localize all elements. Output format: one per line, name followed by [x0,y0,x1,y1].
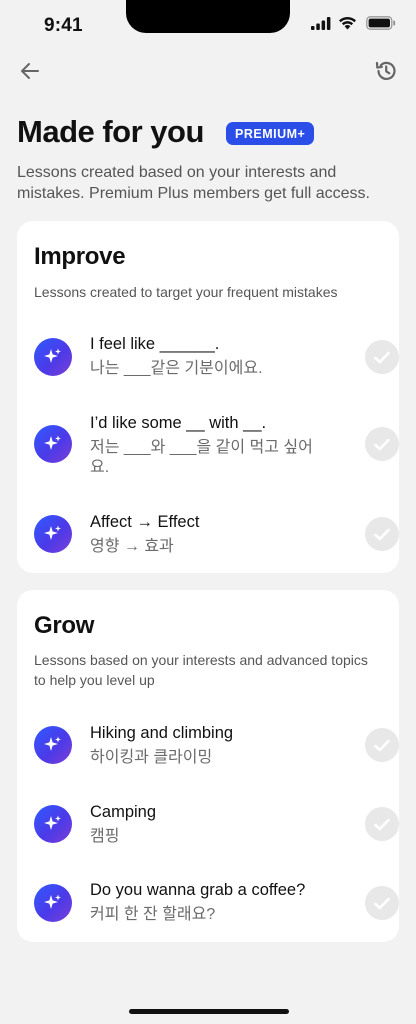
premium-badge: PREMIUM+ [226,122,315,145]
checkmark-icon [374,351,390,363]
notch [126,0,290,33]
status-bar: 9:41 [0,0,416,50]
checkmark-icon [374,739,390,751]
screen: 9:41 Made for you PREMIUM+ Lessons creat… [0,0,416,1024]
lesson-subtitle: 하이킹과 클라이밍 [90,749,213,766]
lesson-item[interactable]: Affect → Effect 영향 → 효과 [34,513,399,557]
lesson-title: I feel like ______. [90,335,220,353]
improve-card: Improve Lessons created to target your f… [17,221,399,573]
complete-button[interactable] [365,886,399,920]
complete-button[interactable] [365,427,399,461]
lesson-subtitle: 나는 ___같은 기분이에요. [90,360,263,377]
lesson-item[interactable]: Hiking and climbing 하이킹과 클라이밍 [34,724,399,768]
checkmark-icon [374,438,390,450]
sparkle-icon [34,805,72,843]
lesson-subtitle: 캠핑 [90,828,120,845]
lesson-subtitle: 저는 ___와 ___을 같이 먹고 싶어요. [90,439,313,476]
grow-title: Grow [34,612,95,639]
history-icon [374,59,398,88]
checkmark-icon [374,897,390,909]
lesson-item[interactable]: I’d like some __ with __. 저는 ___와 ___을 같… [34,414,399,476]
grow-description: Lessons based on your interests and adva… [34,652,368,688]
lesson-subtitle: 영향 → 효과 [90,538,174,555]
back-button[interactable] [16,59,44,87]
grow-card: Grow Lessons based on your interests and… [17,590,399,942]
checkmark-icon [374,818,390,830]
complete-button[interactable] [365,728,399,762]
page-title: Made for you [17,114,204,149]
improve-title: Improve [34,243,126,270]
lesson-title: Hiking and climbing [90,724,234,742]
lesson-item[interactable]: I feel like ______. 나는 ___같은 기분이에요. [34,335,399,379]
lesson-subtitle: 커피 한 잔 할래요? [90,906,216,923]
lesson-title: Camping [90,803,157,821]
complete-button[interactable] [365,517,399,551]
lesson-item[interactable]: Camping 캠핑 [34,803,399,847]
complete-button[interactable] [365,340,399,374]
lesson-title: I’d like some __ with __. [90,414,267,432]
sparkle-icon [34,726,72,764]
wifi-icon [338,15,357,35]
page-subtitle: Lessons created based on your interests … [17,164,370,202]
lesson-title: Affect → Effect [90,513,200,531]
lesson-title: Do you wanna grab a coffee? [90,881,306,899]
improve-description: Lessons created to target your frequent … [34,284,338,300]
status-time: 9:41 [44,15,83,36]
sparkle-icon [34,515,72,553]
signal-icon [311,17,331,35]
sparkle-icon [34,425,72,463]
sparkle-icon [34,338,72,376]
home-indicator[interactable] [129,1009,289,1014]
battery-icon [366,16,396,35]
sparkle-icon [34,884,72,922]
history-button[interactable] [372,59,400,87]
complete-button[interactable] [365,807,399,841]
arrow-left-icon [19,60,41,87]
lesson-item[interactable]: Do you wanna grab a coffee? 커피 한 잔 할래요? [34,881,399,925]
checkmark-icon [374,528,390,540]
